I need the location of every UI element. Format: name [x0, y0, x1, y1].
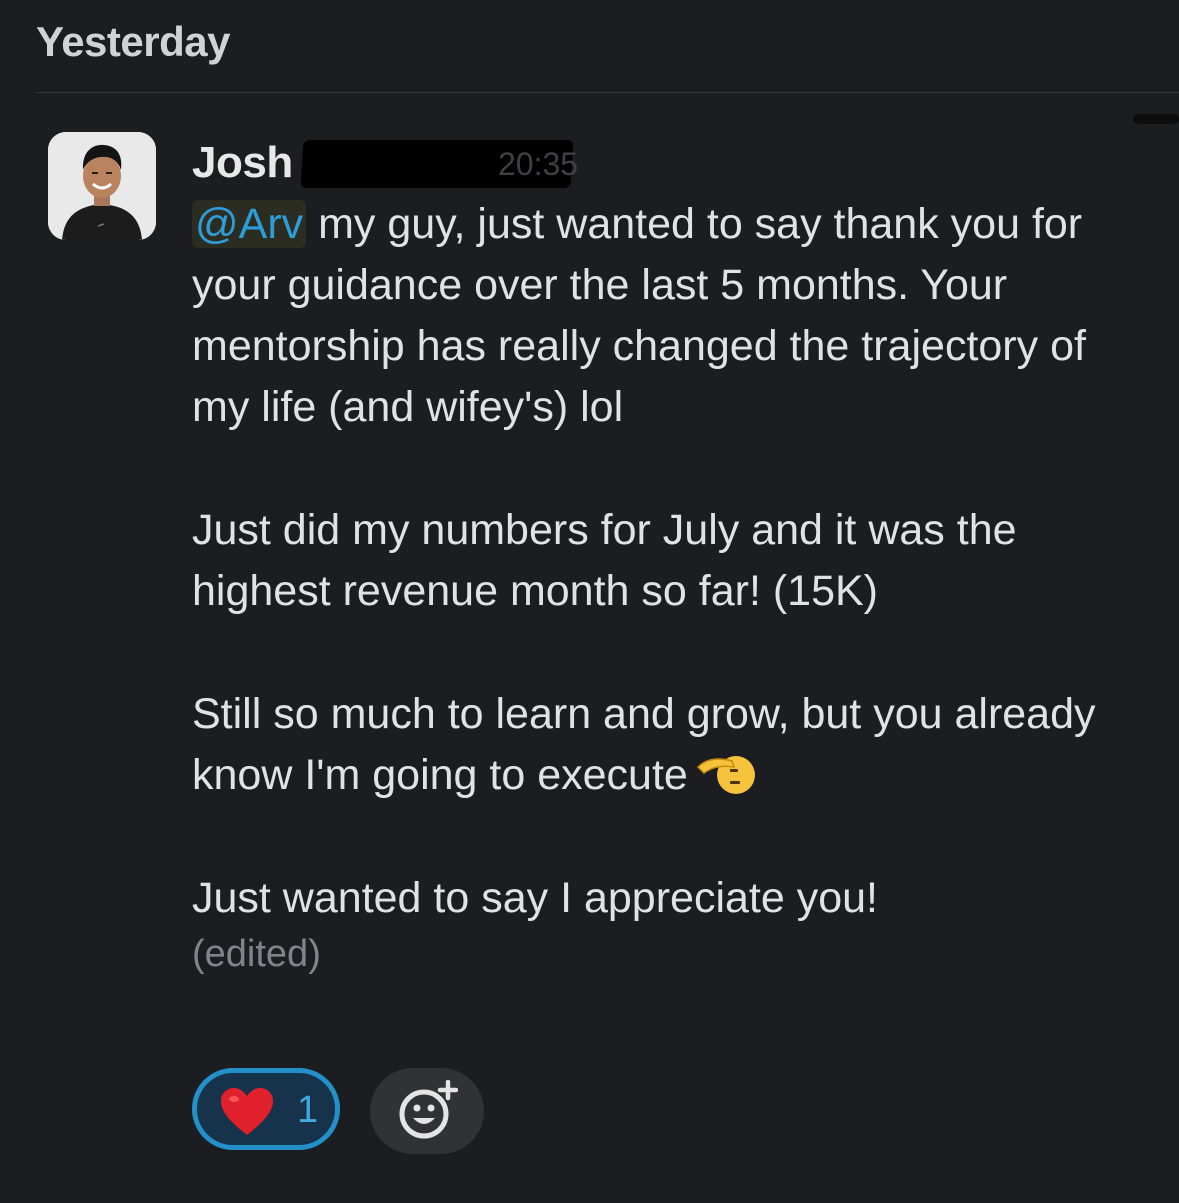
scrollbar-thumb[interactable] — [1133, 114, 1179, 124]
message-paragraph-text: my guy, just wanted to say thank you for… — [192, 200, 1086, 431]
message-paragraph: Still so much to learn and grow, but you… — [192, 684, 1152, 806]
message: Josh 20:35 @Arv my guy, just wanted to s… — [192, 136, 1152, 976]
message-paragraph-text: Still so much to learn and grow, but you… — [192, 690, 1096, 799]
message-body: @Arv my guy, just wanted to say thank yo… — [192, 194, 1152, 929]
user-avatar-image — [48, 132, 156, 240]
day-divider-line — [36, 92, 1179, 93]
add-reaction-button[interactable] — [370, 1068, 484, 1154]
avatar[interactable] — [48, 132, 156, 240]
message-paragraph: Just wanted to say I appreciate you! — [192, 874, 879, 922]
add-reaction-icon — [399, 1080, 458, 1139]
message-timestamp[interactable]: 20:35 — [498, 146, 578, 183]
day-divider-label: Yesterday — [36, 18, 230, 65]
saluting-face-icon — [696, 749, 756, 797]
reaction-count: 1 — [297, 1089, 319, 1131]
heart-icon — [221, 1088, 273, 1135]
edited-label: (edited) — [192, 933, 321, 975]
reactions-bar: 1 — [192, 1068, 512, 1158]
message-paragraph: @Arv my guy, just wanted to say thank yo… — [192, 194, 1152, 438]
message-paragraph: Just did my numbers for July and it was … — [192, 506, 1017, 615]
message-header: Josh 20:35 — [192, 136, 1152, 194]
user-mention[interactable]: @Arv — [192, 200, 307, 248]
author-name[interactable]: Josh — [192, 138, 293, 188]
heart-reaction-button[interactable]: 1 — [192, 1068, 340, 1150]
